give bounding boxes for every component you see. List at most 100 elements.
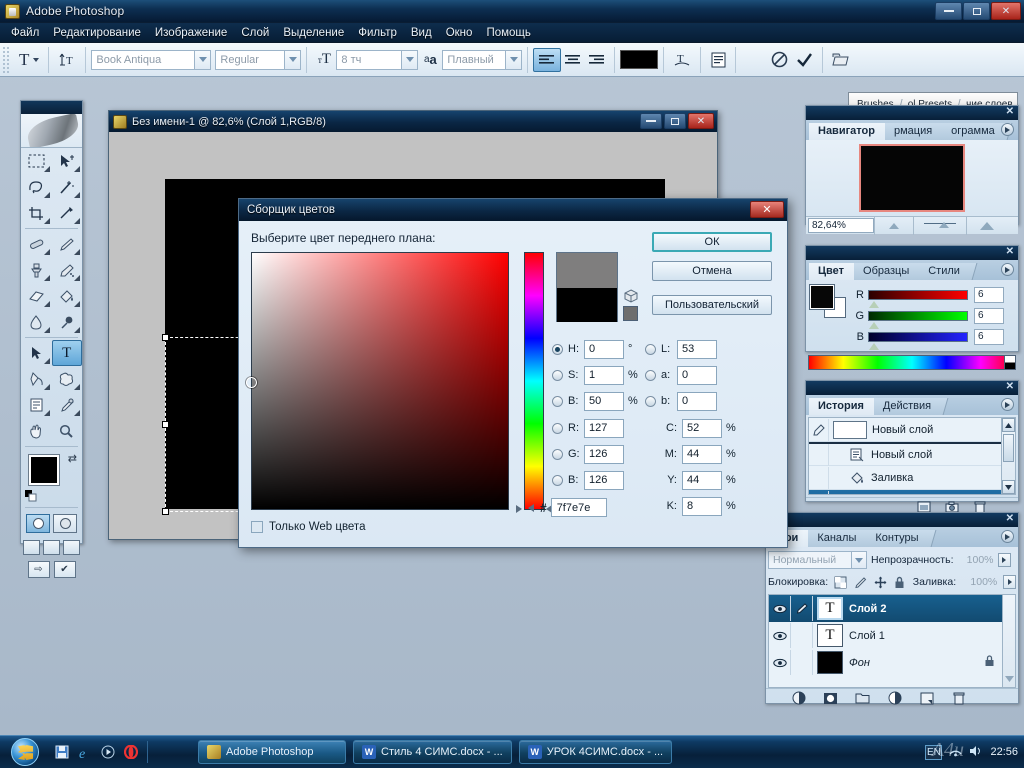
commit-icon[interactable] bbox=[792, 48, 817, 72]
volume-icon[interactable] bbox=[969, 745, 983, 760]
jump-to-imageready-button[interactable]: ⇨ bbox=[27, 561, 50, 578]
current-color-swatch[interactable] bbox=[557, 288, 617, 322]
layer-name[interactable]: Слой 2 bbox=[849, 603, 886, 615]
input-cyan[interactable]: 52 bbox=[682, 418, 722, 438]
new-layer-icon[interactable] bbox=[919, 691, 934, 705]
pen-tool[interactable] bbox=[21, 366, 52, 392]
navigator-panel-header[interactable]: ✕ bbox=[806, 106, 1018, 120]
scroll-down-button[interactable] bbox=[1002, 480, 1015, 494]
document-maximize-button[interactable] bbox=[664, 113, 686, 129]
web-safe-color-swatch[interactable] bbox=[623, 306, 638, 321]
radio-saturation[interactable] bbox=[552, 369, 563, 381]
tab-styles[interactable]: Стили bbox=[919, 263, 970, 280]
radio-red[interactable] bbox=[552, 422, 563, 434]
shape-tool[interactable] bbox=[52, 366, 83, 392]
history-item[interactable]: T Текст bbox=[809, 490, 1015, 494]
color-ramp[interactable] bbox=[808, 355, 1016, 370]
slice-tool[interactable] bbox=[52, 200, 83, 226]
standard-screen-button[interactable] bbox=[23, 540, 40, 555]
menu-help[interactable]: Помощь bbox=[479, 25, 537, 41]
menu-edit[interactable]: Редактирование bbox=[46, 25, 148, 41]
radio-lightness[interactable] bbox=[645, 343, 656, 355]
internet-explorer-icon[interactable]: e bbox=[77, 744, 93, 760]
align-right-icon[interactable] bbox=[585, 48, 609, 72]
layer-row[interactable]: Фон bbox=[769, 649, 1015, 676]
minimize-button[interactable] bbox=[935, 2, 962, 20]
blend-mode-select[interactable]: Нормальный bbox=[768, 551, 852, 569]
tab-swatches[interactable]: Образцы bbox=[854, 263, 920, 280]
anti-alias-input[interactable]: Плавный bbox=[442, 49, 507, 70]
quick-mask-mode-button[interactable] bbox=[53, 514, 77, 533]
input-yellow[interactable]: 44 bbox=[682, 470, 722, 490]
layers-list[interactable]: T Слой 2 T Слой 1 Фон bbox=[768, 594, 1016, 688]
color-picker-close-button[interactable]: ✕ bbox=[750, 201, 784, 218]
font-family-dropdown[interactable] bbox=[195, 49, 212, 70]
clock[interactable]: 22:56 bbox=[990, 746, 1018, 758]
blend-mode-dropdown-icon[interactable] bbox=[852, 551, 867, 569]
panel-menu-icon[interactable] bbox=[1001, 263, 1014, 276]
layer-name[interactable]: Фон bbox=[849, 657, 870, 669]
input-blue[interactable]: 126 bbox=[584, 470, 624, 490]
layer-mask-icon[interactable] bbox=[823, 691, 838, 705]
jump-to-edit-button[interactable]: ✔ bbox=[53, 561, 76, 578]
layer-link-slot[interactable] bbox=[791, 623, 813, 648]
zoom-tool[interactable] bbox=[52, 418, 83, 444]
layer-row[interactable]: T Слой 2 bbox=[769, 595, 1015, 622]
font-style-dropdown[interactable] bbox=[285, 49, 302, 70]
close-icon[interactable]: ✕ bbox=[1006, 246, 1014, 257]
eraser-tool[interactable] bbox=[21, 283, 52, 309]
marquee-tool[interactable] bbox=[21, 148, 52, 174]
opacity-slider-button[interactable] bbox=[997, 553, 1011, 567]
layer-visibility-icon[interactable] bbox=[769, 596, 791, 621]
history-scrollbar[interactable] bbox=[1001, 418, 1015, 494]
type-tool[interactable]: T bbox=[51, 340, 82, 366]
foreground-color-swatch[interactable] bbox=[28, 454, 60, 486]
tab-paths[interactable]: Контуры bbox=[866, 530, 929, 547]
color-panel-foreground-swatch[interactable] bbox=[809, 284, 835, 310]
lock-transparency-icon[interactable] bbox=[834, 575, 848, 589]
document-minimize-button[interactable] bbox=[640, 113, 662, 129]
document-titlebar[interactable]: Без имени-1 @ 82,6% (Слой 1,RGB/8) ✕ bbox=[109, 111, 717, 132]
full-screen-button[interactable] bbox=[63, 540, 80, 555]
input-lightness[interactable]: 53 bbox=[677, 339, 717, 359]
input-hue[interactable]: 0 bbox=[584, 339, 624, 359]
zoom-in-icon[interactable] bbox=[966, 216, 1006, 235]
color-field-cursor[interactable] bbox=[246, 377, 257, 388]
tab-info[interactable]: рмация bbox=[884, 123, 943, 140]
start-button[interactable] bbox=[2, 737, 48, 767]
media-player-icon[interactable] bbox=[100, 744, 116, 760]
layer-visibility-icon[interactable] bbox=[769, 623, 791, 648]
healing-brush-tool[interactable] bbox=[21, 231, 52, 257]
paint-bucket-tool[interactable] bbox=[52, 283, 83, 309]
scroll-down-button[interactable] bbox=[1005, 673, 1014, 685]
bridge-icon[interactable] bbox=[828, 48, 854, 72]
cancel-icon[interactable] bbox=[767, 48, 792, 72]
swap-colors-icon[interactable]: ⇄ bbox=[68, 452, 77, 465]
align-center-icon[interactable] bbox=[561, 48, 585, 72]
radio-a[interactable] bbox=[645, 369, 656, 381]
web-safe-cube-icon[interactable] bbox=[624, 289, 638, 303]
menu-view[interactable]: Вид bbox=[404, 25, 439, 41]
input-a[interactable]: 0 bbox=[677, 365, 717, 385]
menu-filter[interactable]: Фильтр bbox=[351, 25, 404, 41]
maximize-button[interactable] bbox=[963, 2, 990, 20]
full-screen-menubar-button[interactable] bbox=[43, 540, 60, 555]
channel-value-r[interactable]: 6 bbox=[974, 286, 1004, 303]
web-only-checkbox-row[interactable]: Только Web цвета bbox=[251, 521, 365, 533]
history-snapshot-row[interactable]: Новый слой bbox=[809, 418, 1015, 442]
close-icon[interactable]: ✕ bbox=[1006, 513, 1014, 524]
layer-visibility-icon[interactable] bbox=[769, 650, 791, 675]
tab-channels[interactable]: Каналы bbox=[808, 530, 867, 547]
input-green[interactable]: 126 bbox=[584, 444, 624, 464]
crop-tool[interactable] bbox=[21, 200, 52, 226]
layer-edit-icon[interactable] bbox=[791, 596, 813, 621]
history-state-toggle[interactable] bbox=[809, 490, 829, 494]
custom-button[interactable]: Пользовательский bbox=[652, 295, 772, 315]
opera-icon[interactable] bbox=[123, 744, 139, 760]
input-brightness[interactable]: 50 bbox=[584, 391, 624, 411]
history-item[interactable]: Заливка bbox=[809, 466, 1015, 490]
font-size-input[interactable]: 8 тч bbox=[336, 49, 403, 70]
navigator-zoom-input[interactable]: 82,64% bbox=[808, 218, 874, 233]
opacity-value[interactable]: 100% bbox=[958, 554, 994, 566]
layers-panel-header[interactable]: ✕ bbox=[766, 513, 1018, 527]
